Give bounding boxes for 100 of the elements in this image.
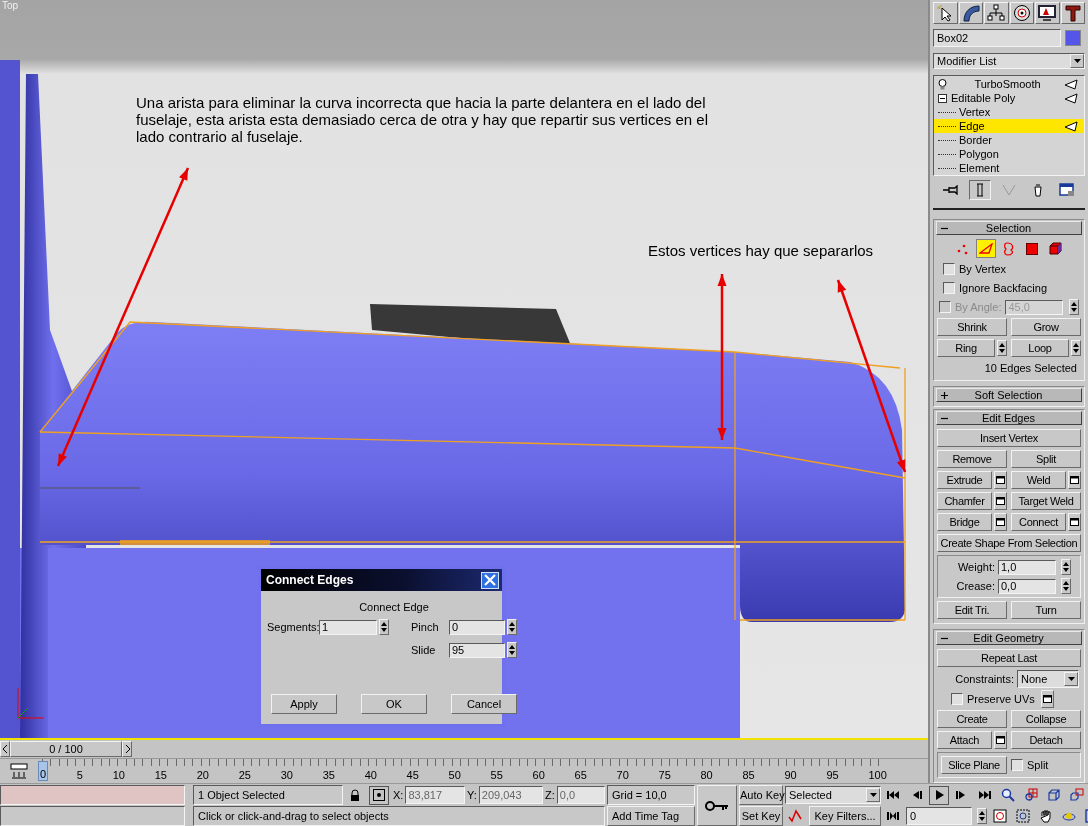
panel-button[interactable]: Insert Vertex: [937, 429, 1081, 447]
checkbox[interactable]: [1011, 759, 1023, 771]
panel-button[interactable]: Chamfer: [937, 492, 992, 510]
checkbox[interactable]: [951, 693, 963, 705]
panel-button[interactable]: Loop: [1011, 339, 1069, 357]
panel-tab[interactable]: [1060, 2, 1085, 24]
rollout-header[interactable]: Edit Edges: [936, 411, 1082, 425]
panel-button[interactable]: Attach: [937, 731, 992, 749]
coordinate-field[interactable]: 83,817: [405, 786, 465, 804]
panel-button[interactable]: Create: [937, 710, 1007, 728]
spinner-button[interactable]: [977, 808, 987, 824]
panel-button[interactable]: Split: [1011, 450, 1081, 468]
modifier-list-dropdown[interactable]: Modifier List: [933, 53, 1085, 69]
auto-key-button[interactable]: Auto Key: [739, 785, 783, 805]
window-icon: [996, 497, 1005, 505]
time-slider-thumb[interactable]: 0 / 100: [10, 741, 122, 757]
stack-item[interactable]: Editable Poly: [934, 91, 1084, 105]
spinner-button[interactable]: [1061, 559, 1071, 575]
dialog-button[interactable]: OK: [361, 694, 427, 714]
spinner-button[interactable]: [379, 619, 389, 635]
frame-field[interactable]: 0: [906, 807, 972, 825]
spinner-button[interactable]: [1069, 299, 1080, 315]
spinner-button[interactable]: [1071, 340, 1081, 356]
time-configuration-button[interactable]: [990, 806, 1010, 826]
selection-status: 10 Edges Selected: [983, 361, 1078, 376]
rollout-header[interactable]: Selection: [936, 221, 1082, 235]
key-filters-button[interactable]: Key Filters...: [809, 806, 881, 826]
set-key-button[interactable]: [697, 785, 737, 826]
settings-button[interactable]: [994, 731, 1007, 749]
spinner-button[interactable]: [507, 619, 517, 635]
number-field[interactable]: 0,0: [998, 578, 1056, 594]
panel-button[interactable]: Slice Plane: [941, 756, 1007, 774]
constraints-dropdown[interactable]: None: [1017, 670, 1079, 688]
panel-button[interactable]: Weld: [1011, 471, 1066, 489]
panel-button[interactable]: Create Shape From Selection: [937, 534, 1081, 552]
color-swatch[interactable]: [1065, 30, 1081, 46]
key-mode-dropdown[interactable]: Selected: [785, 786, 881, 804]
time-tag-button[interactable]: Add Time Tag: [607, 806, 695, 826]
close-button[interactable]: [481, 571, 499, 589]
panel-button[interactable]: Bridge: [937, 513, 992, 531]
script-field[interactable]: [0, 785, 185, 805]
config-icon: [1058, 183, 1075, 197]
panel-button[interactable]: Grow: [1011, 318, 1081, 336]
arc-icon: [961, 4, 980, 22]
spinner-button[interactable]: [1061, 578, 1071, 594]
stack-item[interactable]: Edge: [934, 119, 1084, 133]
dialog-button[interactable]: Apply: [271, 694, 337, 714]
spinner-button[interactable]: [997, 340, 1007, 356]
stack-item[interactable]: Element: [934, 161, 1084, 175]
rollout-header[interactable]: Soft Selection: [936, 388, 1082, 402]
stack-item[interactable]: Border: [934, 133, 1084, 147]
panel-button[interactable]: Remove: [937, 450, 1007, 468]
stack-item[interactable]: Vertex: [934, 105, 1084, 119]
settings-button[interactable]: [994, 471, 1007, 489]
spinner-button[interactable]: [507, 642, 517, 658]
panel-tab[interactable]: [1035, 2, 1060, 24]
checkbox[interactable]: [943, 263, 955, 275]
settings-button[interactable]: [1040, 690, 1054, 708]
region-zoom-button[interactable]: [1013, 806, 1033, 826]
panel-button[interactable]: Turn: [1011, 601, 1081, 619]
checkbox[interactable]: [943, 282, 955, 294]
stack-item[interactable]: TurboSmooth: [934, 77, 1084, 91]
number-field[interactable]: 1,0: [998, 559, 1056, 575]
transform-mode-button[interactable]: [369, 785, 389, 805]
number-field[interactable]: 1: [319, 619, 377, 635]
checkbox-label: By Vertex: [959, 263, 1007, 275]
panel-tab[interactable]: [984, 2, 1009, 24]
panel-button[interactable]: Shrink: [937, 318, 1007, 336]
dots-icon: [956, 242, 970, 255]
settings-button[interactable]: [1068, 513, 1081, 531]
panel-button[interactable]: Target Weld: [1011, 492, 1081, 510]
stack-item[interactable]: Polygon: [934, 147, 1084, 161]
cubes-icon: [1070, 788, 1084, 802]
number-field[interactable]: 0: [449, 619, 505, 635]
panel-tab[interactable]: [1009, 2, 1034, 24]
panel-button[interactable]: Detach: [1011, 731, 1081, 749]
panel-button[interactable]: Ring: [937, 339, 995, 357]
rollout-header[interactable]: Edit Geometry: [936, 631, 1082, 645]
panel-tab[interactable]: [933, 2, 958, 24]
next-button[interactable]: [122, 741, 132, 757]
previous-button[interactable]: [0, 741, 10, 757]
panel-button[interactable]: Collapse: [1011, 710, 1081, 728]
play-button[interactable]: [929, 785, 949, 805]
dialog-button[interactable]: Cancel: [451, 694, 517, 714]
coordinate-field[interactable]: 209,043: [478, 786, 543, 804]
coordinate-field[interactable]: 0,0: [556, 786, 605, 804]
panel-button[interactable]: Repeat Last: [937, 649, 1081, 667]
settings-button[interactable]: [1068, 471, 1081, 489]
subobject-mode-button[interactable]: [976, 239, 996, 258]
object-name-field[interactable]: Box02: [933, 29, 1061, 47]
settings-button[interactable]: [994, 513, 1007, 531]
panel-tab[interactable]: [958, 2, 983, 24]
panel-button[interactable]: Extrude: [937, 471, 992, 489]
settings-button[interactable]: [994, 492, 1007, 510]
set-key-mode-button[interactable]: Set Key: [739, 806, 783, 826]
panel-button[interactable]: Connect: [1011, 513, 1066, 531]
end-result-button[interactable]: [969, 180, 992, 200]
number-field[interactable]: 95: [449, 642, 505, 658]
panel-button[interactable]: Edit Tri.: [937, 601, 1007, 619]
caret-icon: [1073, 59, 1081, 63]
